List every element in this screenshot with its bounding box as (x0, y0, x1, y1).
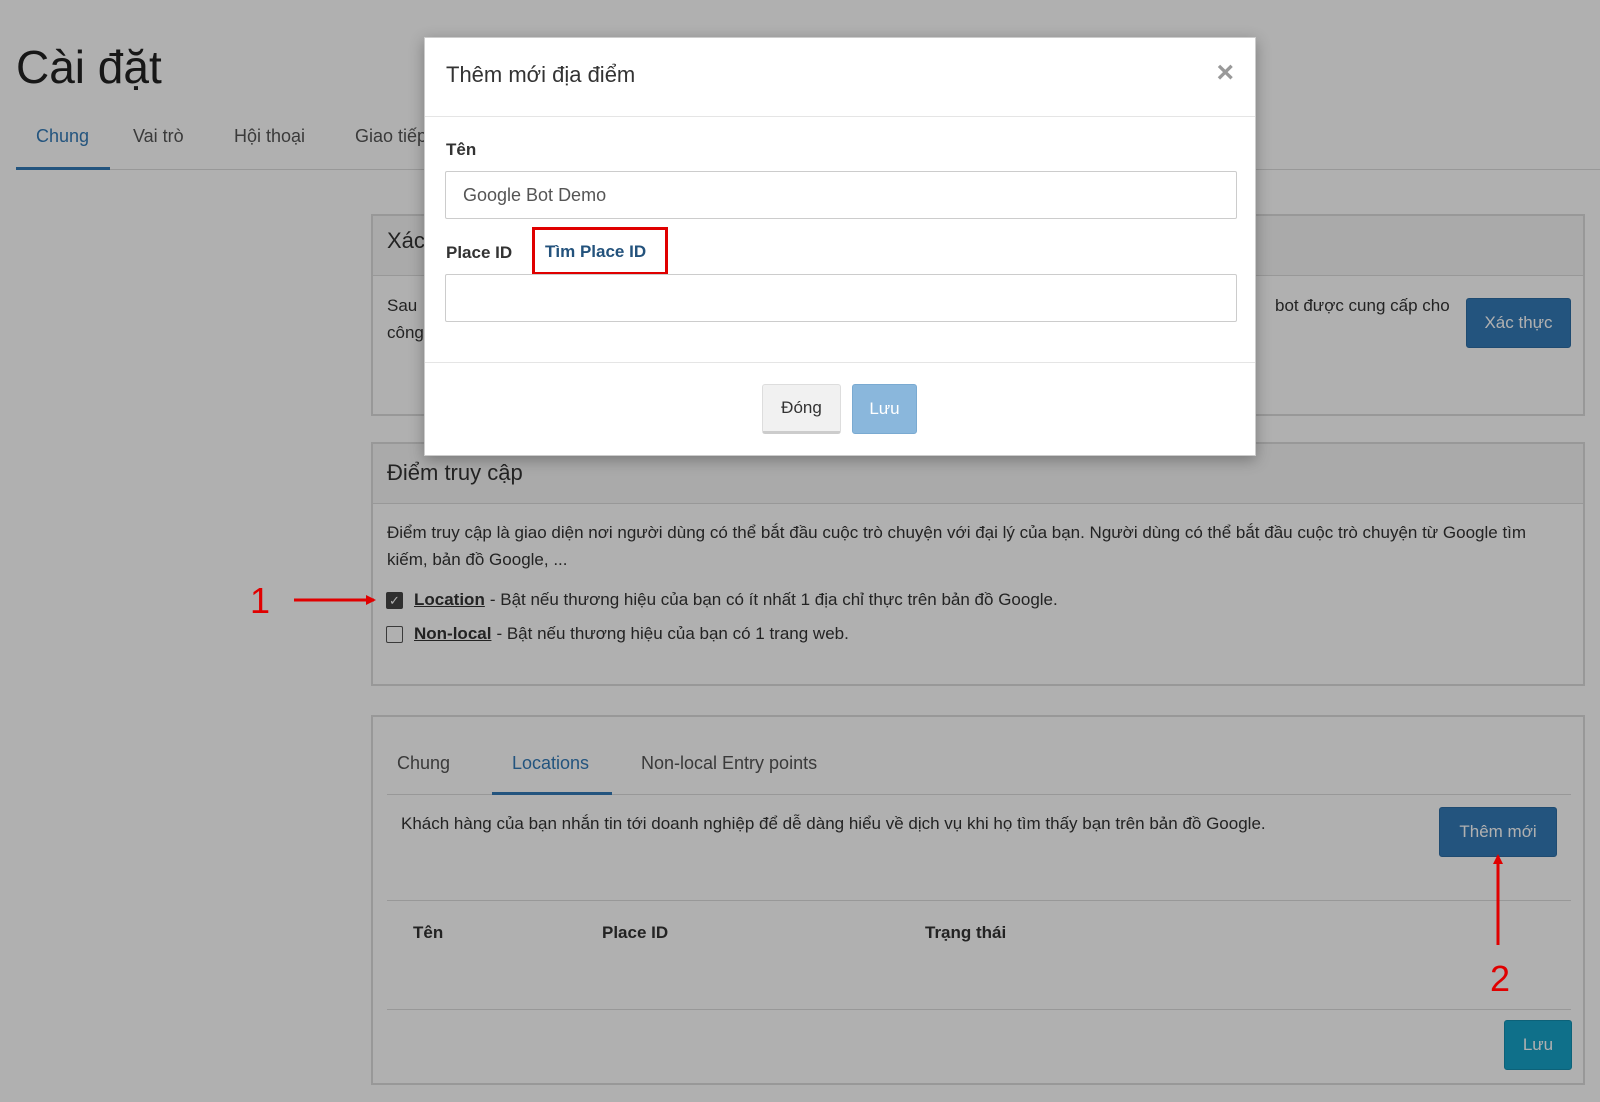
annotation-number-1: 1 (250, 580, 271, 621)
placeid-label: Place ID (446, 243, 513, 262)
find-placeid-highlight: Tìm Place ID (532, 227, 668, 275)
save-button[interactable]: Lưu (852, 384, 917, 434)
modal-title: Thêm mới địa điểm (446, 62, 636, 87)
find-placeid-link[interactable]: Tìm Place ID (545, 242, 646, 262)
close-icon[interactable]: × (1216, 58, 1234, 88)
placeid-input[interactable] (445, 274, 1237, 322)
close-button[interactable]: Đóng (762, 384, 841, 434)
modal-footer: Đóng Lưu (425, 362, 1255, 457)
name-label: Tên (446, 140, 477, 159)
name-input[interactable]: Google Bot Demo (445, 171, 1237, 219)
annotation-number-2: 2 (1490, 958, 1511, 999)
add-location-modal: Thêm mới địa điểm × Tên Google Bot Demo … (424, 37, 1256, 456)
modal-header: Thêm mới địa điểm × (425, 38, 1255, 117)
